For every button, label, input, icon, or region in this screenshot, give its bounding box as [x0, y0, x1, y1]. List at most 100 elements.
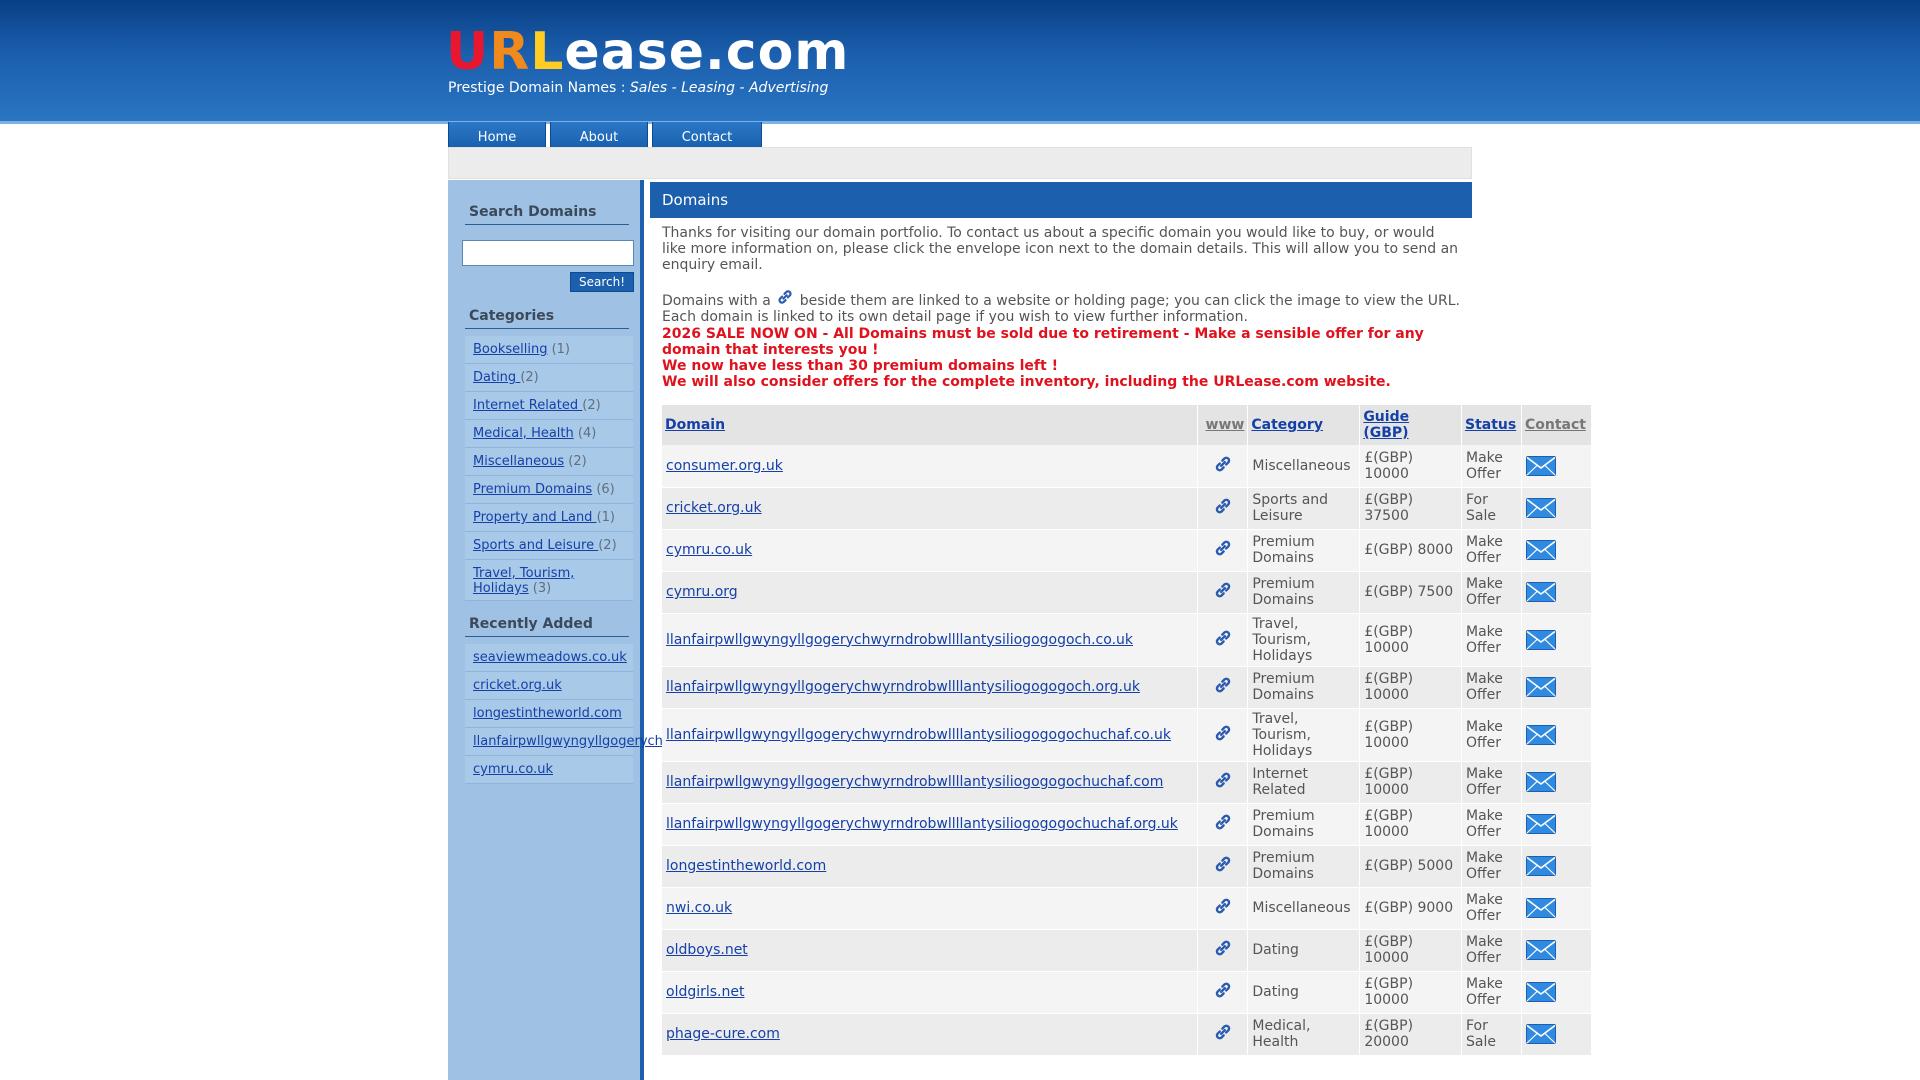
envelope-icon[interactable]: [1525, 540, 1556, 560]
chain-link-icon[interactable]: [1212, 540, 1234, 563]
envelope-icon[interactable]: [1525, 898, 1556, 918]
contact-cell: [1521, 708, 1593, 762]
guide-price-cell: £(GBP) 10000: [1359, 445, 1462, 488]
category-link[interactable]: Premium Domains: [473, 482, 592, 497]
envelope-icon[interactable]: [1525, 772, 1556, 792]
domain-link[interactable]: nwi.co.uk: [666, 900, 732, 916]
domain-cell: longestintheworld.com: [662, 845, 1199, 888]
chain-link-icon[interactable]: [1212, 725, 1234, 748]
table-row: consumer.org.uk Miscellaneous £(GBP) 10000…: [662, 445, 1593, 488]
recent-link[interactable]: seaviewmeadows.co.uk: [473, 650, 627, 665]
guide-price-cell: £(GBP) 7500: [1359, 571, 1462, 614]
recent-link[interactable]: longestintheworld.com: [473, 706, 622, 721]
recent-link[interactable]: cymru.co.uk: [473, 762, 553, 777]
domain-link[interactable]: oldgirls.net: [666, 984, 744, 1000]
envelope-icon[interactable]: [1525, 498, 1556, 518]
www-cell: [1197, 571, 1249, 614]
recent-link[interactable]: cricket.org.uk: [473, 678, 562, 693]
guide-price-cell: £(GBP) 10000: [1359, 929, 1462, 972]
category-link[interactable]: Medical, Health: [473, 426, 574, 441]
envelope-icon[interactable]: [1525, 982, 1556, 1002]
category-column-header[interactable]: Category: [1247, 405, 1361, 445]
www-cell: [1197, 887, 1249, 930]
search-button[interactable]: Search!: [570, 272, 634, 292]
domain-link[interactable]: cymru.co.uk: [666, 542, 752, 558]
domain-link[interactable]: phage-cure.com: [666, 1026, 780, 1042]
status-cell: Make Offer: [1461, 571, 1522, 614]
domain-link[interactable]: cymru.org: [666, 584, 738, 600]
category-link[interactable]: Bookselling: [473, 342, 547, 357]
chain-link-icon[interactable]: [1212, 856, 1234, 879]
category-cell: Premium Domains: [1247, 803, 1361, 846]
domain-link[interactable]: llanfairpwllgwyngyllgogerychwyrndrobwlll…: [666, 679, 1140, 695]
domain-link[interactable]: llanfairpwllgwyngyllgogerychwyrndrobwlll…: [666, 632, 1133, 648]
envelope-icon[interactable]: [1525, 677, 1556, 697]
envelope-icon[interactable]: [1525, 582, 1556, 602]
status-cell: Make Offer: [1461, 529, 1522, 572]
chain-link-icon[interactable]: [1212, 456, 1234, 479]
category-cell: Premium Domains: [1247, 529, 1361, 572]
category-link[interactable]: Sports and Leisure: [473, 538, 598, 553]
domain-link[interactable]: llanfairpwllgwyngyllgogerychwyrndrobwlll…: [666, 816, 1178, 832]
chain-link-icon[interactable]: [1212, 982, 1234, 1005]
domain-link[interactable]: longestintheworld.com: [666, 858, 826, 874]
category-link[interactable]: Travel, Tourism, Holidays: [473, 566, 574, 596]
categories-heading: Categories: [465, 308, 629, 329]
domain-link[interactable]: oldboys.net: [666, 942, 748, 958]
envelope-icon[interactable]: [1525, 856, 1556, 876]
domain-link[interactable]: llanfairpwllgwyngyllgogerychwyrndrobwlll…: [666, 727, 1171, 743]
chain-link-icon[interactable]: [1212, 1024, 1234, 1047]
domain-link[interactable]: llanfairpwllgwyngyllgogerychwyrndrobwlll…: [666, 774, 1163, 790]
category-link[interactable]: Dating: [473, 370, 520, 385]
category-link[interactable]: Internet Related: [473, 398, 582, 413]
www-cell: [1197, 613, 1249, 667]
category-count: (6): [596, 482, 615, 497]
domain-link[interactable]: consumer.org.uk: [666, 458, 783, 474]
recent-item: llanfairpwllgwyngyllgogerych...: [465, 728, 675, 756]
nav-underbar: [448, 147, 1472, 179]
envelope-icon[interactable]: [1525, 455, 1556, 476]
category-item: Property and Land (1): [465, 504, 633, 532]
category-item: Bookselling (1): [465, 336, 633, 364]
domain-link[interactable]: cricket.org.uk: [666, 500, 762, 516]
table-row: llanfairpwllgwyngyllgogerychwyrndrobwlll…: [662, 666, 1593, 709]
envelope-icon[interactable]: [1525, 814, 1556, 834]
category-link[interactable]: Property and Land: [473, 510, 597, 525]
search-input[interactable]: [462, 240, 634, 266]
category-cell: Miscellaneous: [1247, 887, 1361, 930]
www-cell: [1197, 445, 1249, 488]
site-logo[interactable]: URLease.com: [446, 22, 849, 82]
envelope-icon[interactable]: [1525, 1024, 1556, 1044]
chain-link-icon[interactable]: [1212, 630, 1234, 653]
status-cell: Make Offer: [1461, 803, 1522, 846]
chain-link-icon[interactable]: [1212, 677, 1234, 700]
domain-cell: cricket.org.uk: [662, 487, 1199, 530]
status-cell: Make Offer: [1461, 971, 1522, 1014]
chain-link-icon[interactable]: [1212, 582, 1234, 605]
intro-paragraph-2: Domains with a beside them are linked to…: [662, 287, 1462, 325]
chain-link-icon[interactable]: [1212, 814, 1234, 837]
envelope-icon[interactable]: [1525, 940, 1556, 960]
table-row: cymru.org Premium Domains £(GBP) 7500 Make …: [662, 571, 1593, 614]
chain-link-icon[interactable]: [1212, 898, 1234, 921]
chain-link-icon[interactable]: [1212, 498, 1234, 521]
chain-link-icon[interactable]: [1212, 940, 1234, 963]
recent-link[interactable]: llanfairpwllgwyngyllgogerych...: [473, 734, 675, 749]
www-cell: [1197, 1013, 1249, 1056]
contact-cell: [1521, 971, 1593, 1014]
contact-cell: [1521, 929, 1593, 972]
category-link[interactable]: Miscellaneous: [473, 454, 564, 469]
table-row: longestintheworld.com Premium Domains £(GB…: [662, 845, 1593, 888]
table-row: llanfairpwllgwyngyllgogerychwyrndrobwlll…: [662, 613, 1593, 667]
guide-price-cell: £(GBP) 20000: [1359, 1013, 1462, 1056]
guide-column-header[interactable]: Guide (GBP): [1359, 405, 1462, 445]
chain-link-icon[interactable]: [1212, 772, 1234, 795]
sale-line-2: We now have less than 30 premium domains…: [662, 358, 1058, 374]
category-count: (1): [551, 342, 571, 357]
www-cell: [1197, 761, 1249, 804]
envelope-icon[interactable]: [1525, 629, 1556, 650]
envelope-icon[interactable]: [1525, 724, 1556, 745]
domain-column-header[interactable]: Domain: [662, 405, 1199, 445]
guide-price-cell: £(GBP) 10000: [1359, 708, 1462, 762]
status-column-header[interactable]: Status: [1461, 405, 1522, 445]
